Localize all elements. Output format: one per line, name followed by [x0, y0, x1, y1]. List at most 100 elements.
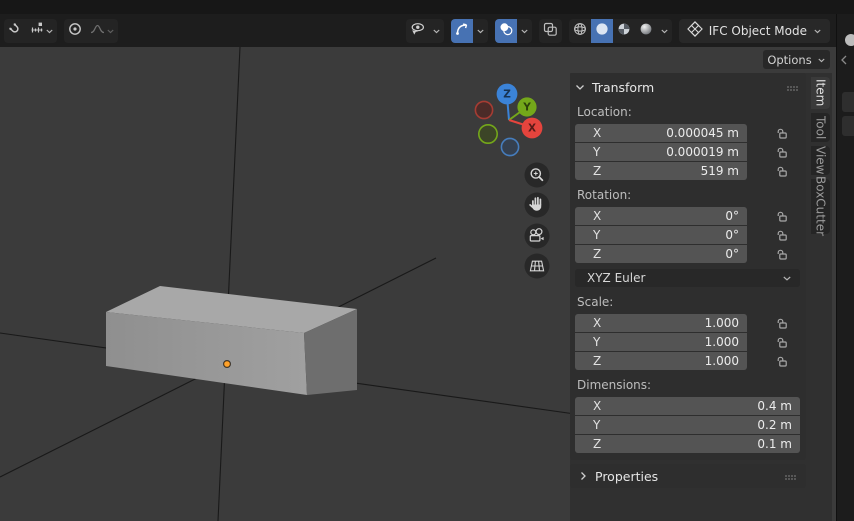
tab-item[interactable]: Item	[811, 77, 830, 109]
show-object-types-icon	[409, 21, 426, 40]
location-x-field[interactable]: X 0.000045 m	[575, 124, 747, 142]
xray-group	[539, 19, 562, 43]
transform-panel: Transform Location: X 0.000045 m Y 0.000…	[570, 73, 806, 460]
location-x-row: X 0.000045 m	[575, 124, 801, 142]
lock-icon[interactable]	[775, 165, 788, 178]
gizmo-axis-neg-x[interactable]	[475, 101, 492, 118]
lock-icon[interactable]	[775, 229, 788, 242]
lock-icon[interactable]	[775, 355, 788, 368]
chevron-right-icon	[579, 471, 587, 481]
field-value: 0°	[725, 209, 739, 223]
dimensions-x-field[interactable]: X 0.4 m	[575, 397, 800, 415]
lock-icon[interactable]	[775, 146, 788, 159]
overlays-dropdown[interactable]	[517, 19, 532, 43]
shading-dropdown[interactable]	[657, 19, 672, 43]
lock-icon[interactable]	[775, 127, 788, 140]
gizmo-axis-neg-z[interactable]	[501, 138, 518, 155]
rotation-mode-dropdown[interactable]: XYZ Euler	[575, 269, 800, 287]
rotation-y-field[interactable]: Y 0°	[575, 226, 747, 244]
lock-icon[interactable]	[775, 248, 788, 261]
gizmo-y-label: Y	[522, 102, 531, 114]
shading-solid-icon	[594, 21, 610, 40]
pan-button[interactable]	[525, 193, 550, 218]
box-object[interactable]	[106, 286, 357, 395]
tab-tool[interactable]: Tool	[811, 113, 830, 142]
proportional-editing-button[interactable]	[64, 19, 86, 43]
scale-y-field[interactable]: Y 1.000	[575, 333, 747, 351]
falloff-curve-icon	[89, 21, 106, 40]
show-gizmos-button[interactable]	[451, 19, 473, 43]
chevron-down-icon	[45, 24, 54, 38]
scale-label: Scale:	[577, 295, 801, 310]
location-y-row: Y 0.000019 m	[575, 143, 801, 161]
gizmo-group	[451, 19, 488, 43]
chevron-down-icon	[575, 83, 585, 91]
snap-target-dropdown[interactable]	[26, 19, 57, 43]
gizmos-dropdown[interactable]	[473, 19, 488, 43]
rotation-mode-value: XYZ Euler	[587, 271, 645, 285]
rotation-y-row: Y 0°	[575, 226, 801, 244]
dimensions-x-row: X 0.4 m	[575, 397, 801, 415]
shading-solid-button[interactable]	[591, 19, 613, 43]
mode-selector[interactable]: IFC Object Mode	[679, 19, 830, 43]
object-types-dropdown[interactable]	[429, 19, 444, 43]
scale-x-field[interactable]: X 1.000	[575, 314, 747, 332]
shading-wireframe-button[interactable]	[569, 19, 591, 43]
field-value: 1.000	[705, 316, 739, 330]
camera-view-button[interactable]	[525, 224, 550, 249]
shading-material-button[interactable]	[613, 19, 635, 43]
mode-selector-label: IFC Object Mode	[709, 24, 807, 38]
rotation-z-field[interactable]: Z 0°	[575, 245, 747, 263]
field-value: 0.4 m	[757, 399, 792, 413]
properties-panel-header[interactable]: Properties	[570, 464, 806, 488]
object-origin-dot	[224, 361, 231, 368]
editor-corner	[837, 30, 854, 70]
axis-label: Z	[593, 164, 601, 178]
ortho-toggle-button[interactable]	[525, 254, 550, 279]
scale-z-field[interactable]: Z 1.000	[575, 352, 747, 370]
snap-toggle-button[interactable]	[4, 19, 26, 43]
tab-boxcutter[interactable]: BoxCutter	[811, 179, 830, 234]
lock-icon[interactable]	[775, 336, 788, 349]
location-z-field[interactable]: Z 519 m	[575, 162, 747, 180]
show-overlays-button[interactable]	[495, 19, 517, 43]
gizmo-axis-neg-y[interactable]	[479, 125, 497, 143]
options-label: Options	[767, 53, 811, 67]
strip-tab[interactable]	[842, 92, 854, 112]
falloff-dropdown[interactable]	[86, 19, 118, 43]
axis-label: X	[593, 209, 601, 223]
options-button[interactable]: Options	[763, 50, 830, 69]
chevron-down-icon	[813, 24, 822, 38]
field-value: 1.000	[705, 354, 739, 368]
dimensions-y-field[interactable]: Y 0.2 m	[575, 416, 800, 434]
show-object-types-button[interactable]	[406, 19, 429, 43]
rotation-x-row: X 0°	[575, 207, 801, 225]
scale-z-row: Z 1.000	[575, 352, 801, 370]
shading-material-icon	[616, 21, 632, 40]
show-overlays-icon	[498, 21, 514, 40]
gizmo-z-label: Z	[503, 89, 511, 101]
grip-icon[interactable]	[784, 469, 797, 484]
field-value: 0°	[725, 247, 739, 261]
strip-tab[interactable]	[842, 116, 854, 136]
zoom-button[interactable]	[525, 163, 550, 188]
lock-icon[interactable]	[775, 210, 788, 223]
shading-rendered-button[interactable]	[635, 19, 657, 43]
lock-icon[interactable]	[775, 317, 788, 330]
dimensions-z-field[interactable]: Z 0.1 m	[575, 435, 800, 453]
chevron-down-icon	[782, 274, 792, 282]
field-value: 0°	[725, 228, 739, 242]
axis-label: Y	[593, 335, 600, 349]
location-label: Location:	[577, 105, 801, 120]
axis-label: Z	[593, 247, 601, 261]
xray-toggle-button[interactable]	[539, 19, 562, 43]
navigation-gizmo[interactable]: Z Y X	[475, 84, 542, 156]
location-y-field[interactable]: Y 0.000019 m	[575, 143, 747, 161]
shading-group	[569, 19, 672, 43]
rotation-x-field[interactable]: X 0°	[575, 207, 747, 225]
tab-view[interactable]: View	[811, 146, 830, 175]
transform-panel-header[interactable]: Transform	[575, 77, 801, 97]
grip-icon[interactable]	[786, 80, 799, 95]
scale-x-row: X 1.000	[575, 314, 801, 332]
snap-target-icon	[29, 21, 45, 40]
